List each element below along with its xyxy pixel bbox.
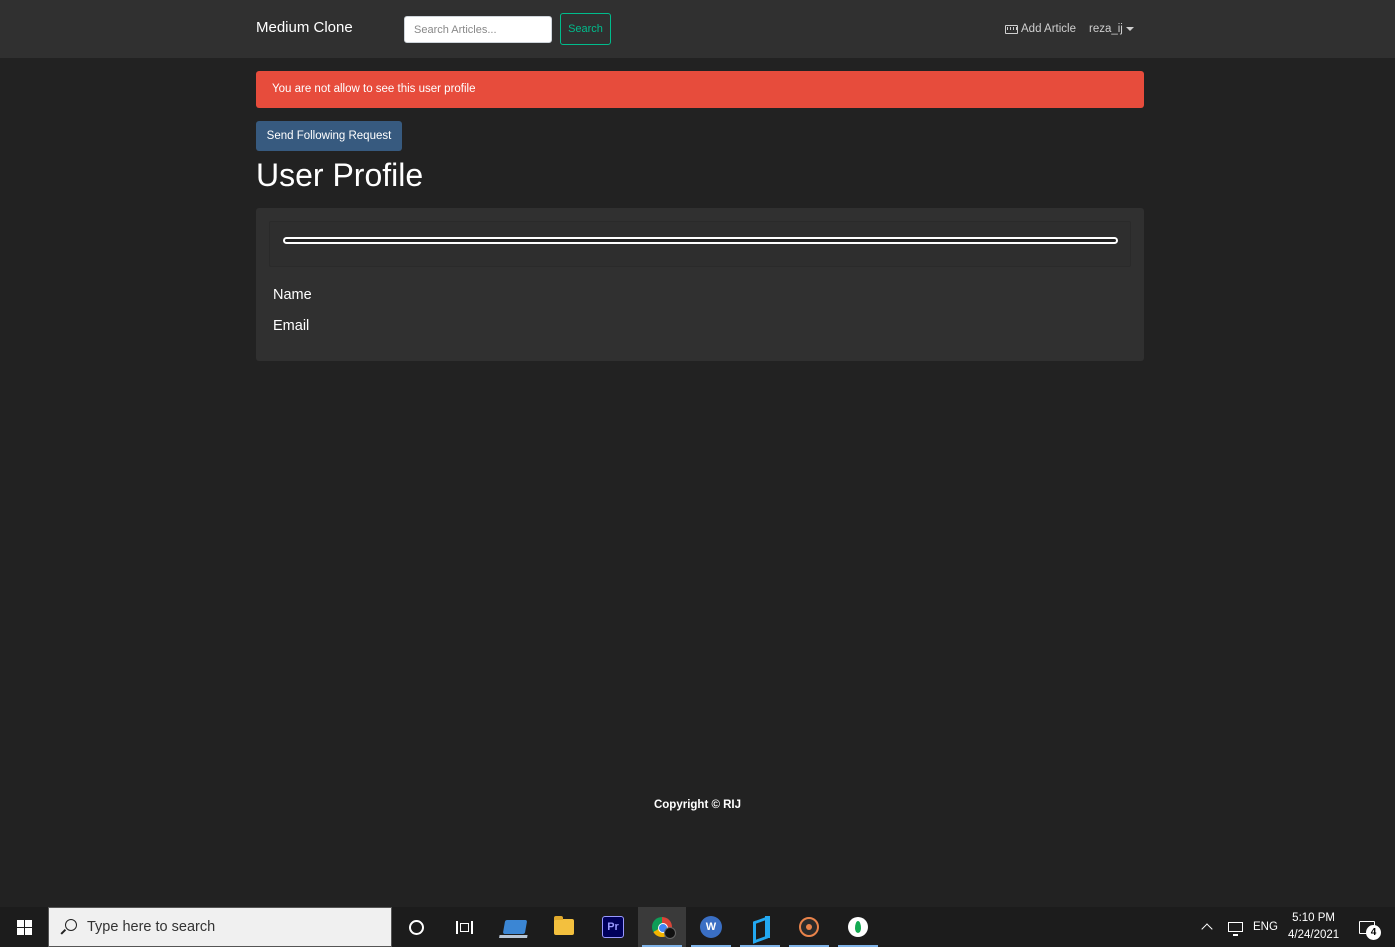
progress-bar bbox=[283, 237, 1118, 244]
chevron-up-icon bbox=[1201, 923, 1213, 935]
taskbar-search-placeholder: Type here to search bbox=[87, 919, 216, 935]
brand-link[interactable]: Medium Clone bbox=[256, 19, 353, 36]
footer-copyright: Copyright © RIJ bbox=[653, 799, 742, 811]
taskbar-app-explorer[interactable] bbox=[540, 907, 588, 947]
user-dropdown[interactable]: reza_ij bbox=[1089, 23, 1134, 35]
taskbar-app-writer[interactable]: W bbox=[687, 907, 735, 947]
email-label: Email bbox=[273, 318, 310, 334]
clock-date: 4/24/2021 bbox=[1288, 929, 1340, 941]
laptop-app-icon bbox=[502, 920, 528, 934]
add-article-link[interactable]: Add Article bbox=[1005, 23, 1076, 35]
name-label: Name bbox=[273, 287, 312, 303]
language-indicator[interactable]: ENG bbox=[1253, 907, 1278, 947]
page-title: User Profile bbox=[256, 157, 424, 193]
page: Medium Clone Search Add Article reza_ij … bbox=[0, 0, 1395, 947]
taskbar-search-box[interactable]: Type here to search bbox=[48, 907, 392, 947]
search-button[interactable]: Search bbox=[560, 13, 611, 45]
cortana-button[interactable] bbox=[392, 907, 440, 947]
search-input[interactable] bbox=[404, 16, 552, 43]
wps-writer-icon: W bbox=[700, 916, 722, 938]
profile-badge-icon bbox=[664, 927, 676, 939]
username-label: reza_ij bbox=[1088, 23, 1123, 35]
windows-taskbar: Type here to search Pr W ENG 5:10 PM 4/2… bbox=[0, 907, 1395, 947]
taskbar-app-chrome[interactable] bbox=[638, 907, 686, 947]
music-disc-icon bbox=[799, 917, 819, 937]
add-article-label: Add Article bbox=[1021, 23, 1076, 35]
premiere-pro-icon: Pr bbox=[602, 916, 624, 938]
navbar: Medium Clone Search Add Article reza_ij bbox=[0, 0, 1395, 58]
error-alert: You are not allow to see this user profi… bbox=[256, 71, 1144, 108]
vscode-icon bbox=[749, 916, 771, 938]
nav-right: Add Article reza_ij bbox=[1005, 21, 1134, 37]
mongodb-compass-icon bbox=[848, 917, 868, 937]
clock[interactable]: 5:10 PM 4/24/2021 bbox=[1288, 907, 1339, 947]
start-button[interactable] bbox=[0, 907, 48, 947]
task-view-button[interactable] bbox=[440, 907, 488, 947]
clock-time: 5:10 PM bbox=[1292, 912, 1335, 924]
notification-count-badge: 4 bbox=[1366, 925, 1381, 940]
caret-down-icon bbox=[1125, 27, 1134, 31]
keyboard-icon bbox=[1005, 24, 1018, 34]
send-following-request-button[interactable]: Send Following Request bbox=[256, 121, 402, 151]
task-view-icon bbox=[455, 920, 473, 934]
file-explorer-icon bbox=[554, 916, 574, 935]
search-icon bbox=[60, 919, 77, 935]
progress-container bbox=[269, 221, 1131, 267]
windows-logo-icon bbox=[16, 919, 32, 935]
taskbar-app-premiere[interactable]: Pr bbox=[589, 907, 637, 947]
network-button[interactable] bbox=[1228, 907, 1243, 947]
network-icon bbox=[1228, 922, 1243, 936]
show-hidden-icons-button[interactable] bbox=[1201, 907, 1213, 947]
taskbar-app-laptop[interactable] bbox=[491, 907, 539, 947]
cortana-icon bbox=[408, 919, 424, 935]
taskbar-app-music[interactable] bbox=[785, 907, 833, 947]
taskbar-app-vscode[interactable] bbox=[736, 907, 784, 947]
taskbar-app-mongodb[interactable] bbox=[834, 907, 882, 947]
profile-card: Name Email bbox=[256, 208, 1144, 361]
